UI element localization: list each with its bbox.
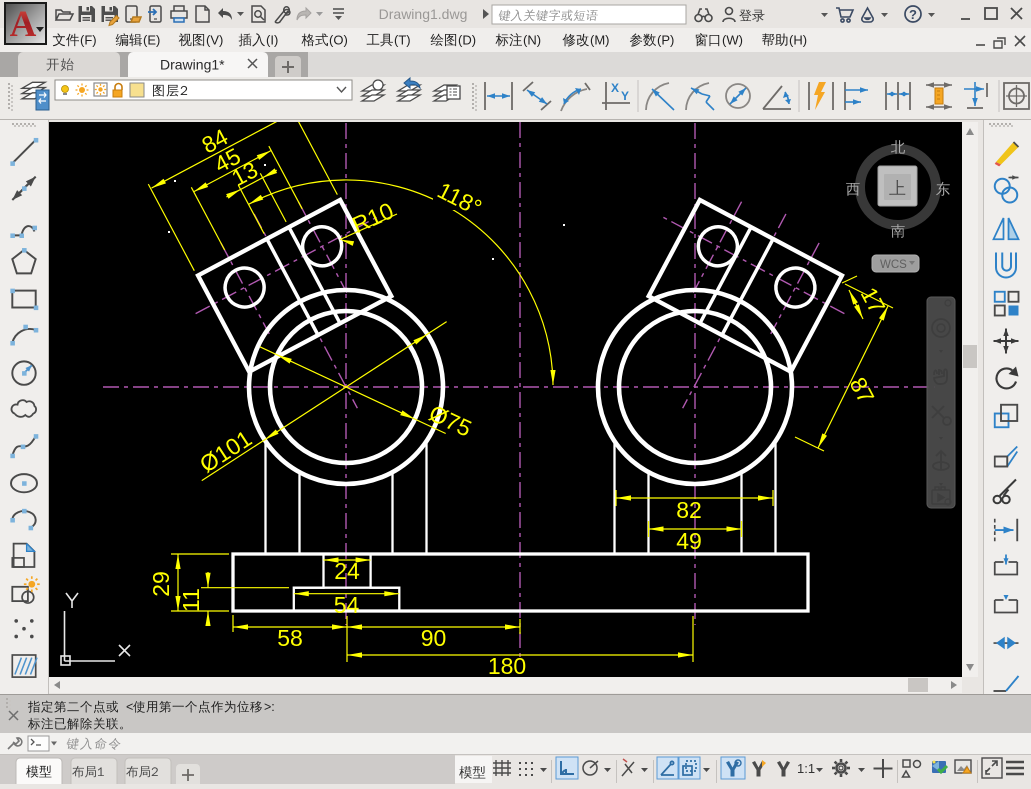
svg-text:<: < [126,700,133,714]
svg-text:82: 82 [676,497,702,523]
svg-text:?: ? [909,7,917,22]
svg-text:(T): (T) [394,33,411,48]
svg-text:(V): (V) [206,33,223,48]
svg-text:>:: >: [264,700,275,714]
svg-text:Drawing1*: Drawing1* [160,57,225,73]
svg-text:(O): (O) [329,33,348,48]
svg-text:(H): (H) [789,33,807,48]
svg-text:Y: Y [621,89,629,103]
svg-text:(N): (N) [523,33,541,48]
svg-text:54: 54 [334,592,360,618]
svg-text:(W): (W) [722,33,743,48]
svg-text:49: 49 [676,528,702,554]
svg-text:(E): (E) [143,33,160,48]
svg-text:Drawing1.dwg: Drawing1.dwg [379,6,468,22]
svg-text:WCS: WCS [880,259,907,271]
svg-text:A: A [10,4,37,45]
svg-text:24: 24 [334,558,360,584]
svg-text:1:1: 1:1 [797,761,815,776]
svg-text:(D): (D) [458,33,476,48]
svg-text:180: 180 [488,653,526,679]
svg-text:(F): (F) [80,33,97,48]
svg-text:29: 29 [148,571,174,597]
svg-text:(P): (P) [657,33,674,48]
svg-text:(I): (I) [266,33,278,48]
svg-text:X: X [611,81,619,95]
svg-text:11: 11 [178,588,204,612]
svg-text:(M): (M) [590,33,610,48]
svg-text:58: 58 [277,625,303,651]
svg-text:90: 90 [421,625,447,651]
